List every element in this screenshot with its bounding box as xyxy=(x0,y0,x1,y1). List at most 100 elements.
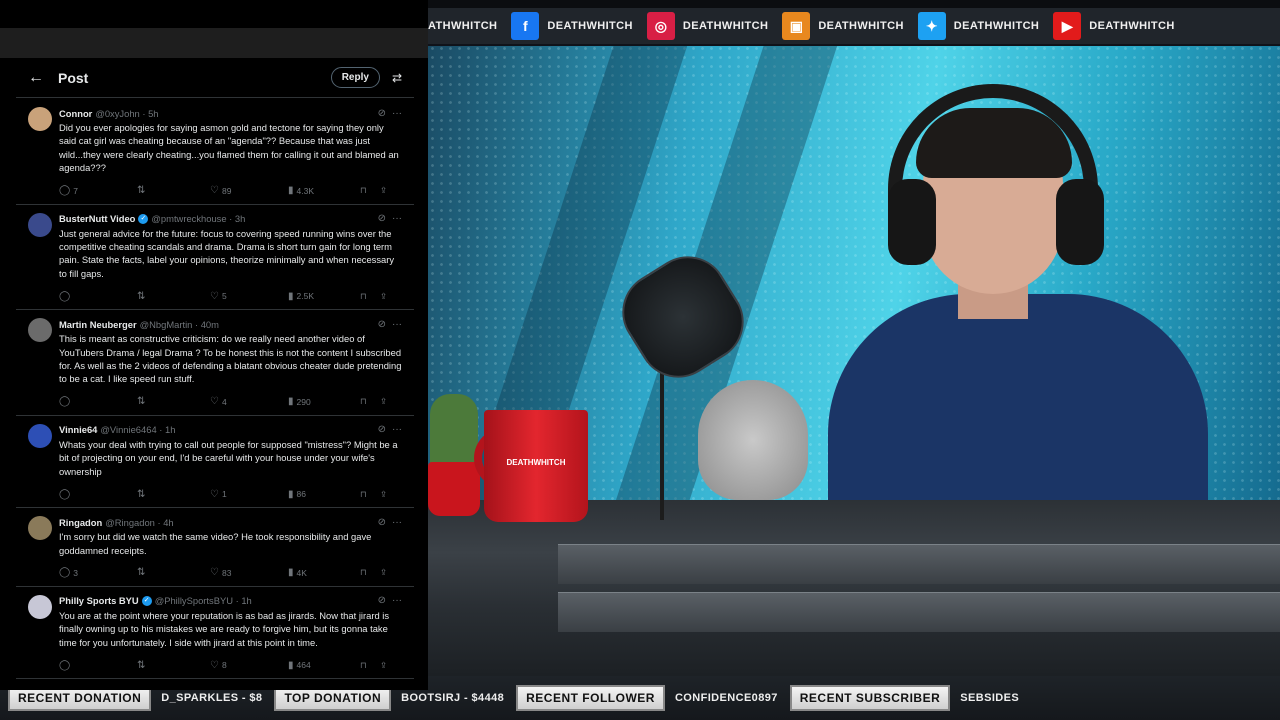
reply-action[interactable]: ◯ 3 xyxy=(59,567,137,578)
bookmark-icon[interactable]: ⊓ xyxy=(360,185,380,196)
streamer-shirt xyxy=(828,294,1208,500)
streamer-webcam xyxy=(788,84,1208,500)
heart-icon: ♡ xyxy=(210,488,219,500)
tweet-actions: ◯ ⇅ ♡ 8 ▮ 464 ⊓ ⇪ xyxy=(59,658,402,672)
plant-pot xyxy=(428,462,480,516)
more-options-icon[interactable]: ··· xyxy=(392,595,402,606)
tweet-actions: ◯ 7 ⇅ ♡ 89 ▮ 4.3K ⊓ ⇪ xyxy=(59,184,402,198)
mic-stand xyxy=(660,370,664,520)
tweet-author-name[interactable]: BusterNutt Video xyxy=(59,213,135,224)
headphone-cup-left xyxy=(888,179,936,265)
tweet-author-handle: @Vinnie6464 · 1h xyxy=(100,424,176,436)
tweet-actions: ◯ ⇅ ♡ 4 ▮ 290 ⊓ ⇪ xyxy=(59,395,402,409)
like-action[interactable]: ♡ 89 xyxy=(210,185,288,196)
avatar[interactable] xyxy=(28,594,52,619)
reply-action[interactable]: ◯ 7 xyxy=(59,185,137,196)
bookmark-icon[interactable]: ⊓ xyxy=(360,291,380,302)
views-action[interactable]: ▮ 2.5K xyxy=(288,291,360,302)
more-options-icon[interactable]: ··· xyxy=(392,517,402,528)
verified-badge-icon: ✓ xyxy=(138,213,149,224)
tweet[interactable]: Vinnie64 @Vinnie6464 · 1h ⊘ ··· Whats yo… xyxy=(16,416,414,509)
reply-action[interactable]: ◯ xyxy=(59,660,137,671)
avatar[interactable] xyxy=(28,107,52,131)
retweet-action[interactable]: ⇅ xyxy=(137,185,210,196)
share-icon[interactable]: ⇪ xyxy=(380,567,394,578)
reply-action[interactable]: ◯ xyxy=(59,291,137,302)
grok-icon[interactable]: ⊘ xyxy=(378,108,386,119)
recent-subscriber-value: SEBSIDES xyxy=(960,692,1020,704)
avatar[interactable] xyxy=(28,516,52,541)
tweet[interactable]: Ringadon @Ringadon · 4h ⊘ ··· I'm sorry … xyxy=(16,508,414,587)
views-action[interactable]: ▮ 4.3K xyxy=(288,185,360,196)
reply-action[interactable]: ◯ xyxy=(59,396,137,407)
views-action[interactable]: ▮ 290 xyxy=(288,396,360,407)
avatar[interactable] xyxy=(28,423,52,448)
settings-sliders-icon[interactable]: ⇄ xyxy=(392,71,402,85)
share-icon[interactable]: ⇪ xyxy=(380,660,394,671)
retweet-action[interactable]: ⇅ xyxy=(137,291,210,302)
verified-badge-icon: ✓ xyxy=(141,595,152,606)
like-action[interactable]: ♡ 83 xyxy=(210,567,288,578)
social-item-facebook: f DEATHWHITCH xyxy=(511,12,632,40)
more-options-icon[interactable]: ··· xyxy=(392,424,402,435)
tweet-author-name[interactable]: Martin Neuberger xyxy=(59,319,137,330)
tweet-author-name[interactable]: Vinnie64 xyxy=(59,424,97,435)
retweet-icon: ⇅ xyxy=(137,396,146,408)
tweet[interactable]: BusterNutt Video ✓ @pmtwreckhouse · 3h ⊘… xyxy=(16,205,414,311)
tweet-header: Martin Neuberger @NbgMartin · 40m ⊘ ··· xyxy=(59,317,402,331)
comment-icon: ◯ xyxy=(59,185,71,197)
tweet-author-name[interactable]: Philly Sports BYU xyxy=(59,595,139,606)
tweet[interactable]: Philly Sports BYU ✓ @PhillySportsBYU · 1… xyxy=(16,587,414,680)
grok-icon[interactable]: ⊘ xyxy=(378,319,386,330)
social-item-youtube: ▶ DEATHWHITCH xyxy=(1053,12,1174,40)
comment-icon: ◯ xyxy=(59,396,71,408)
grok-icon[interactable]: ⊘ xyxy=(378,595,386,606)
more-options-icon[interactable]: ··· xyxy=(392,213,402,224)
recent-follower-value: CONFIDENCE0897 xyxy=(674,692,778,704)
share-icon[interactable]: ⇪ xyxy=(380,185,394,196)
more-options-icon[interactable]: ··· xyxy=(392,108,402,119)
retweet-action[interactable]: ⇅ xyxy=(137,567,210,578)
share-icon[interactable]: ⇪ xyxy=(380,489,394,500)
grok-icon[interactable]: ⊘ xyxy=(378,517,386,528)
views-action[interactable]: ▮ 4K xyxy=(288,567,360,578)
bookmark-icon[interactable]: ⊓ xyxy=(360,660,380,671)
avatar[interactable] xyxy=(28,318,52,343)
share-icon[interactable]: ⇪ xyxy=(380,396,394,407)
views-chart-icon: ▮ xyxy=(288,185,294,197)
reply-action[interactable]: ◯ xyxy=(59,489,137,500)
like-action[interactable]: ♡ 4 xyxy=(210,396,288,407)
retweet-action[interactable]: ⇅ xyxy=(137,396,210,407)
avatar[interactable] xyxy=(28,212,52,237)
retweet-icon: ⇅ xyxy=(137,290,146,302)
like-action[interactable]: ♡ 1 xyxy=(210,489,288,500)
tweet-author-name[interactable]: Ringadon xyxy=(59,517,102,528)
twitter-icon: ✦ xyxy=(917,12,946,40)
views-action[interactable]: ▮ 464 xyxy=(288,660,360,671)
tweet-author-handle: @NbgMartin · 40m xyxy=(139,318,219,330)
desk xyxy=(428,500,1280,676)
more-options-icon[interactable]: ··· xyxy=(392,319,402,330)
reply-count: 7 xyxy=(73,185,78,196)
like-action[interactable]: ♡ 5 xyxy=(210,291,288,302)
retweet-icon: ⇅ xyxy=(137,488,146,500)
tweet-author-name[interactable]: Connor xyxy=(59,108,92,119)
social-name: DEATHWHITCH xyxy=(1089,20,1175,32)
tweet[interactable]: Connor @0xyJohn · 5h ⊘ ··· Did you ever … xyxy=(16,99,414,205)
retweet-action[interactable]: ⇅ xyxy=(137,489,210,500)
bookmark-icon[interactable]: ⊓ xyxy=(360,489,380,500)
social-item-partial: ATHWHITCH xyxy=(428,20,497,32)
tweet[interactable]: Martin Neuberger @NbgMartin · 40m ⊘ ··· … xyxy=(16,310,414,416)
share-icon[interactable]: ⇪ xyxy=(380,291,394,302)
like-action[interactable]: ♡ 8 xyxy=(210,660,288,671)
retweet-action[interactable]: ⇅ xyxy=(137,660,210,671)
reply-button[interactable]: Reply xyxy=(330,67,380,88)
bookmark-icon[interactable]: ⊓ xyxy=(360,396,380,407)
grok-icon[interactable]: ⊘ xyxy=(378,213,386,224)
bookmark-icon[interactable]: ⊓ xyxy=(360,567,380,578)
like-count: 8 xyxy=(221,660,227,671)
tweet-actions: ◯ ⇅ ♡ 1 ▮ 86 ⊓ ⇪ xyxy=(59,487,402,501)
grok-icon[interactable]: ⊘ xyxy=(378,424,386,435)
back-arrow-icon[interactable]: ← xyxy=(28,69,58,87)
views-action[interactable]: ▮ 86 xyxy=(288,489,360,500)
